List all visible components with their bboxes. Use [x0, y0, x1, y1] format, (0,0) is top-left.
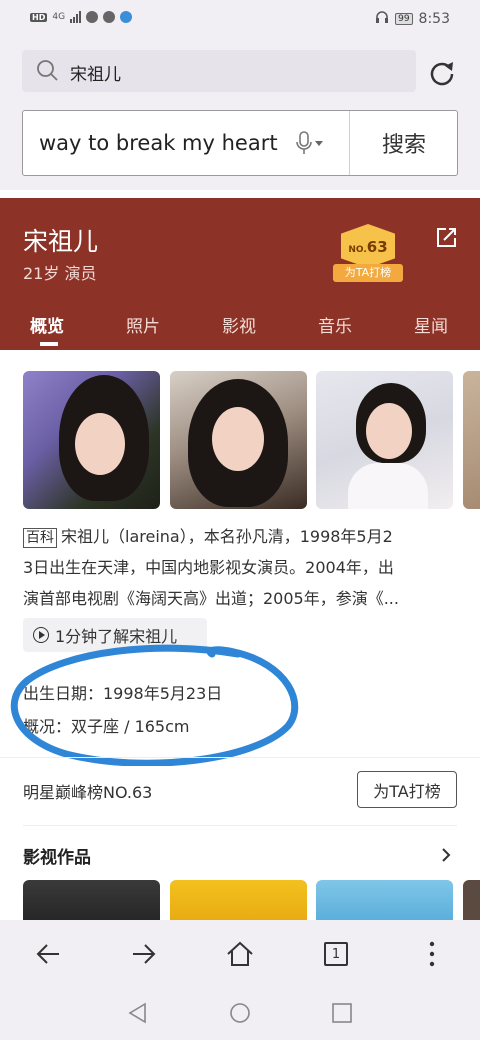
- search-button[interactable]: 搜索: [350, 111, 458, 175]
- work-poster[interactable]: [316, 880, 453, 920]
- back-arrow-icon[interactable]: [34, 940, 62, 968]
- microphone-icon[interactable]: [295, 131, 325, 157]
- tab-overview[interactable]: 概览: [30, 312, 64, 337]
- celebrity-header: 宋祖儿 21岁 演员 NO.63 为TA打榜 概览 照片 影视 音乐 星闻: [0, 198, 480, 350]
- work-poster[interactable]: [170, 880, 307, 920]
- celebrity-subtitle: 21岁 演员: [23, 264, 97, 283]
- play-icon: [33, 627, 49, 643]
- share-icon[interactable]: [435, 225, 459, 249]
- home-icon[interactable]: [226, 940, 254, 968]
- tab-news[interactable]: 星闻: [414, 312, 448, 337]
- celebrity-tabs: 概览 照片 影视 音乐 星闻: [0, 302, 480, 342]
- photo-strip: [0, 371, 480, 509]
- summary-line: 百科 宋祖儿（lareina），本名孙凡清，1998年5月2: [23, 521, 463, 552]
- search-header: 宋祖儿 way to break my heart 搜索: [0, 40, 480, 190]
- system-home-icon[interactable]: [229, 1002, 251, 1024]
- system-back-icon[interactable]: [127, 1002, 149, 1024]
- rank-badge[interactable]: NO.63 为TA打榜: [333, 224, 403, 282]
- system-recents-icon[interactable]: [331, 1002, 353, 1024]
- divider: [23, 825, 457, 826]
- battery-indicator: 99: [395, 13, 413, 25]
- ranking-text: 明星巅峰榜NO.63: [23, 783, 153, 802]
- forward-arrow-icon[interactable]: [130, 940, 158, 968]
- status-right: 99 8:53: [375, 10, 450, 28]
- works-strip: [0, 880, 480, 920]
- work-poster[interactable]: [463, 880, 480, 920]
- browser-toolbar: 1: [0, 920, 480, 986]
- divider: [0, 757, 480, 758]
- network-type: 4G: [52, 12, 66, 22]
- rank-badge-number: NO.63: [348, 238, 388, 256]
- photo-thumbnail[interactable]: [463, 371, 480, 509]
- top-search-bar[interactable]: 宋祖儿: [22, 50, 416, 92]
- system-nav-bar: [0, 986, 480, 1040]
- baike-summary[interactable]: 百科 宋祖儿（lareina），本名孙凡清，1998年5月2 3日出生在天津，中国…: [23, 521, 463, 614]
- search-query-text: 宋祖儿: [70, 65, 121, 85]
- baike-tag: 百科: [23, 528, 57, 548]
- hd-indicator: HD: [30, 12, 48, 22]
- status-left: HD 4G: [30, 11, 133, 23]
- refresh-icon[interactable]: [428, 58, 456, 86]
- tab-films[interactable]: 影视: [222, 312, 256, 337]
- photo-thumbnail[interactable]: [23, 371, 160, 509]
- signal-icon: [70, 11, 82, 23]
- rank-badge-cta[interactable]: 为TA打榜: [333, 264, 403, 282]
- hand-drawn-circle-annotation: [10, 644, 299, 766]
- clock: 8:53: [418, 11, 450, 27]
- chevron-right-icon[interactable]: [440, 847, 452, 863]
- tabs-button[interactable]: 1: [322, 940, 350, 968]
- search-icon: [37, 60, 58, 81]
- celebrity-name: 宋祖儿: [23, 227, 99, 256]
- status-bar: HD 4G 99 8:53: [0, 0, 480, 40]
- photo-thumbnail[interactable]: [170, 371, 307, 509]
- search-input-value[interactable]: way to break my heart: [39, 131, 278, 155]
- wechat-icon: [103, 11, 116, 23]
- work-poster[interactable]: [23, 880, 160, 920]
- summary-line: 3日出生在天津，中国内地影视女演员。2004年，出: [23, 558, 394, 577]
- more-menu-icon[interactable]: [418, 940, 446, 968]
- photo-thumbnail[interactable]: [316, 371, 453, 509]
- active-tab-indicator: [40, 342, 58, 346]
- bird-app-icon: [120, 11, 133, 23]
- vote-button[interactable]: 为TA打榜: [357, 771, 457, 808]
- app-notification-icon: [86, 11, 99, 23]
- tab-music[interactable]: 音乐: [318, 312, 352, 337]
- headphones-icon: [375, 10, 389, 28]
- works-section-title: 影视作品: [23, 848, 91, 868]
- tab-photos[interactable]: 照片: [126, 312, 160, 337]
- summary-line: 演首部电视剧《海阔天高》出道；2005年，参演《...: [23, 589, 399, 608]
- search-input-field[interactable]: way to break my heart 搜索: [22, 110, 458, 176]
- tab-count: 1: [324, 942, 348, 966]
